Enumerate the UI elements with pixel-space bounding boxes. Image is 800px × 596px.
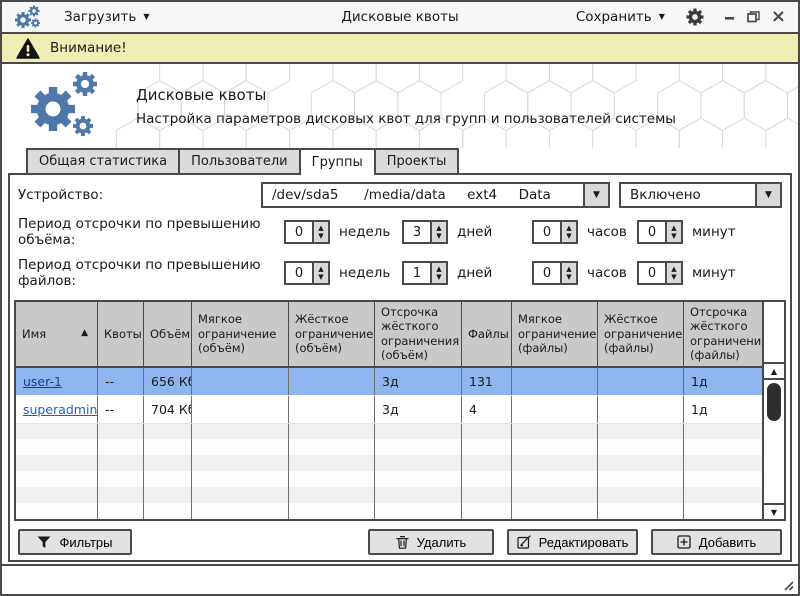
empty-row <box>16 487 762 503</box>
column-header-soft-volume[interactable]: Мягкое ограничение (объём) <box>192 302 289 366</box>
tab-users[interactable]: Пользователи <box>178 148 301 173</box>
status-bar <box>2 564 798 594</box>
chevron-down-icon[interactable]: ▼ <box>755 184 780 206</box>
column-header-name[interactable]: Имя ▲ <box>16 302 98 366</box>
save-menu-button[interactable]: Сохранить ▼ <box>576 9 665 25</box>
column-header-volume[interactable]: Объём <box>144 302 192 366</box>
group-name-link[interactable]: user-1 <box>23 374 62 389</box>
group-name-link[interactable]: superadmin <box>23 402 97 417</box>
resize-grip[interactable] <box>780 577 794 591</box>
filter-funnel-icon <box>37 536 51 549</box>
volume-days-spinner[interactable]: 3 ▲▼ <box>402 220 448 244</box>
spinner-arrows-icon[interactable]: ▲▼ <box>312 263 328 283</box>
page-subtitle: Настройка параметров дисковых квот для г… <box>136 111 676 127</box>
add-plus-icon <box>677 535 691 549</box>
files-minutes-spinner[interactable]: 0 ▲▼ <box>637 261 683 285</box>
add-button[interactable]: Добавить <box>651 529 782 555</box>
files-days-spinner[interactable]: 1 ▲▼ <box>402 261 448 285</box>
tab-groups[interactable]: Группы <box>299 148 376 175</box>
spinner-arrows-icon[interactable]: ▲▼ <box>560 263 576 283</box>
tab-general-stats[interactable]: Общая статистика <box>26 148 180 173</box>
chevron-down-icon[interactable]: ▼ <box>583 184 608 206</box>
column-header-hard-volume[interactable]: Жёсткое ограничение (объём) <box>289 302 375 366</box>
load-menu-button[interactable]: Загрузить ▼ <box>64 9 150 25</box>
spinner-arrows-icon[interactable]: ▲▼ <box>312 222 328 242</box>
app-window: Дисковые квоты Загрузить ▼ Сохранить ▼ × <box>0 0 800 596</box>
chevron-down-icon: ▼ <box>143 13 149 21</box>
column-header-hard-files[interactable]: Жёсткое ограничение (файлы) <box>598 302 684 366</box>
scrollbar-thumb[interactable] <box>767 383 781 421</box>
header-gears-icon <box>26 71 110 141</box>
column-header-soft-files[interactable]: Мягкое ограничение (файлы) <box>512 302 598 366</box>
empty-row <box>16 439 762 455</box>
app-logo-gears-icon <box>14 4 44 31</box>
table-row[interactable]: superadmin -- 704 Кб 3д 4 1д <box>16 396 762 424</box>
empty-row <box>16 471 762 487</box>
volume-hours-spinner[interactable]: 0 ▲▼ <box>532 220 578 244</box>
files-weeks-spinner[interactable]: 0 ▲▼ <box>284 261 330 285</box>
scroll-down-arrow[interactable]: ▼ <box>764 503 784 519</box>
column-header-quotas[interactable]: Квоты <box>98 302 144 366</box>
edit-button[interactable]: Редактировать <box>507 529 638 555</box>
warning-triangle-icon <box>16 38 40 59</box>
empty-row <box>16 503 762 519</box>
titlebar: Дисковые квоты Загрузить ▼ Сохранить ▼ × <box>2 2 798 34</box>
groups-panel: Устройство: /dev/sda5 /media/data ext4 D… <box>8 173 792 562</box>
sort-asc-icon: ▲ <box>81 328 88 339</box>
empty-row <box>16 424 762 440</box>
column-header-files[interactable]: Файлы <box>462 302 512 366</box>
column-header-grace-files[interactable]: Отсрочка жёсткого ограничения (файлы) <box>684 302 762 366</box>
spinner-arrows-icon[interactable]: ▲▼ <box>665 222 681 242</box>
spinner-arrows-icon[interactable]: ▲▼ <box>430 263 446 283</box>
empty-table-rows <box>16 424 762 520</box>
grace-volume-label: Период отсрочки по превышению объёма: <box>18 216 284 248</box>
close-button[interactable]: × <box>771 8 786 26</box>
page-title: Дисковые квоты <box>136 86 676 104</box>
tab-bar: Общая статистика Пользователи Группы Про… <box>2 148 798 173</box>
device-label: Устройство: <box>18 187 261 203</box>
minimize-button[interactable] <box>725 11 736 23</box>
vertical-scrollbar[interactable]: ▲ ▼ <box>762 302 784 519</box>
grace-files-label: Период отсрочки по превышению файлов: <box>18 257 284 289</box>
files-hours-spinner[interactable]: 0 ▲▼ <box>532 261 578 285</box>
scroll-up-arrow[interactable]: ▲ <box>764 364 784 380</box>
spinner-arrows-icon[interactable]: ▲▼ <box>430 222 446 242</box>
scrollbar-track[interactable] <box>764 421 784 503</box>
volume-weeks-spinner[interactable]: 0 ▲▼ <box>284 220 330 244</box>
filters-button[interactable]: Фильтры <box>18 529 132 555</box>
table-header-row: Имя ▲ Квоты Объём Мягкое ограничение (об… <box>16 302 762 368</box>
spinner-arrows-icon[interactable]: ▲▼ <box>560 222 576 242</box>
chevron-down-icon: ▼ <box>659 13 665 21</box>
device-select[interactable]: /dev/sda5 /media/data ext4 Data ▼ <box>261 182 610 208</box>
quota-table: Имя ▲ Квоты Объём Мягкое ограничение (об… <box>14 300 786 521</box>
volume-minutes-spinner[interactable]: 0 ▲▼ <box>637 220 683 244</box>
table-row[interactable]: user-1 -- 656 Кб 3д 131 1д <box>16 368 762 396</box>
tab-projects[interactable]: Проекты <box>374 148 460 173</box>
column-header-grace-volume[interactable]: Отсрочка жёсткого ограничения (объём) <box>375 302 462 366</box>
trash-icon <box>396 535 409 549</box>
edit-pencil-icon <box>517 535 531 549</box>
empty-row <box>16 455 762 471</box>
spinner-arrows-icon[interactable]: ▲▼ <box>665 263 681 283</box>
warning-banner: Внимание! <box>2 34 798 64</box>
quota-state-select[interactable]: Включено ▼ <box>619 182 782 208</box>
warning-text: Внимание! <box>50 40 127 56</box>
maximize-button[interactable] <box>747 11 760 23</box>
settings-gear-icon[interactable] <box>685 7 705 27</box>
action-buttons: Фильтры Удалить Редактировать Добавить <box>13 529 787 555</box>
page-header: Дисковые квоты Настройка параметров диск… <box>2 64 798 148</box>
delete-button[interactable]: Удалить <box>368 529 494 555</box>
